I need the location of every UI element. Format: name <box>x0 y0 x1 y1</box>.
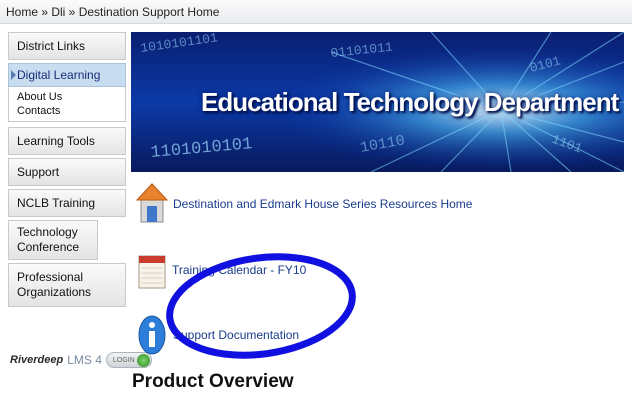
sidebar-subitem-contacts[interactable]: Contacts <box>17 104 117 118</box>
expand-caret-icon <box>11 70 16 80</box>
sidebar-item-label: Professional Organizations <box>17 270 92 299</box>
riverdeep-lms-logo[interactable]: Riverdeep LMS 4 LOGIN <box>10 352 152 368</box>
calendar-icon <box>138 255 166 289</box>
banner-title: Educational Technology Department <box>201 87 619 117</box>
annotation-circle <box>166 253 356 359</box>
sidebar-item-professional-organizations[interactable]: Professional Organizations <box>8 263 126 307</box>
sidebar-item-label: Support <box>17 165 60 179</box>
riverdeep-brand: Riverdeep <box>10 354 64 366</box>
sidebar-item-support[interactable]: Support <box>8 158 126 186</box>
sidebar-item-label: Technology Conference <box>17 225 80 254</box>
sidebar: District Links Digital Learning About Us… <box>8 32 126 310</box>
sidebar-item-label: District Links <box>17 39 86 53</box>
sidebar-item-digital-learning[interactable]: Digital Learning <box>8 63 126 87</box>
sidebar-subitem-about-us[interactable]: About Us <box>17 90 117 104</box>
breadcrumb-text[interactable]: Home » Dli » Destination Support Home <box>6 5 219 19</box>
breadcrumb: Home » Dli » Destination Support Home <box>0 0 632 24</box>
sidebar-submenu: About Us Contacts <box>8 87 126 122</box>
sidebar-item-label: NCLB Training <box>17 196 96 210</box>
sidebar-item-learning-tools[interactable]: Learning Tools <box>8 127 126 155</box>
link-label[interactable]: Destination and Edmark House Series Reso… <box>173 197 472 211</box>
product-overview-heading: Product Overview <box>132 371 294 392</box>
header-banner: 1010101101 01101011 1101010101 10110 010… <box>131 32 624 172</box>
house-icon <box>135 183 169 223</box>
link-destination-home[interactable]: Destination and Edmark House Series Reso… <box>135 180 472 228</box>
sidebar-item-label: Learning Tools <box>17 134 95 148</box>
info-icon <box>138 315 166 355</box>
sidebar-item-label: Digital Learning <box>17 68 101 82</box>
sidebar-item-nclb-training[interactable]: NCLB Training <box>8 189 126 217</box>
sidebar-item-district-links[interactable]: District Links <box>8 32 126 60</box>
sidebar-item-technology-conference[interactable]: Technology Conference <box>8 220 98 260</box>
login-label: LOGIN <box>112 357 135 364</box>
lms-product: LMS 4 <box>67 353 102 367</box>
